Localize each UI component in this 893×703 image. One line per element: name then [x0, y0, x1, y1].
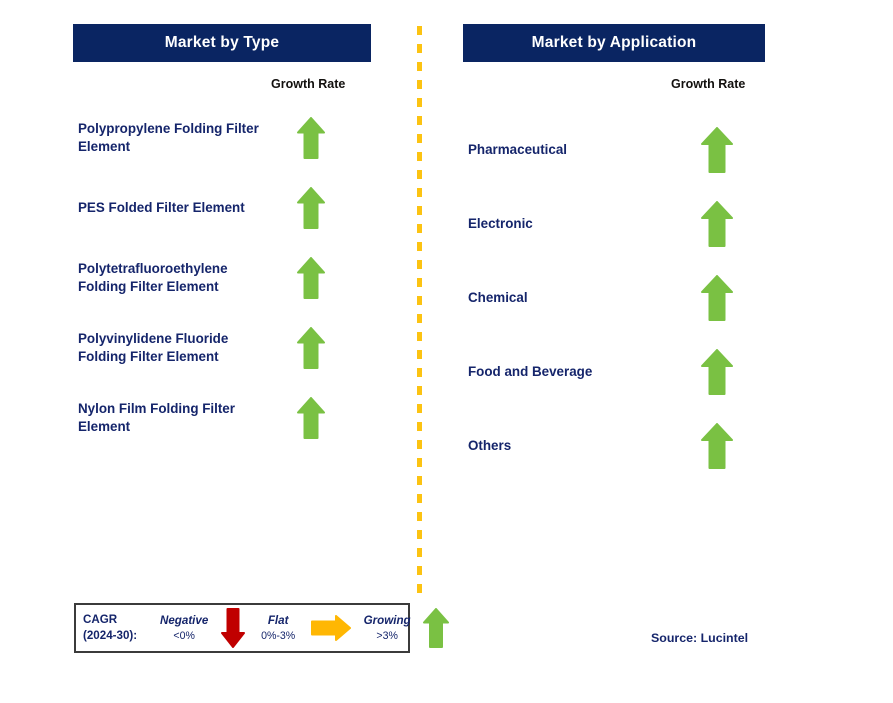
cagr-legend: CAGR (2024-30): Negative <0% Flat 0%-3% [74, 603, 450, 653]
row-label: Chemical [468, 290, 528, 306]
arrow-up-icon [701, 275, 733, 321]
market-by-application-header-title: Market by Application [531, 34, 697, 51]
legend-item-flat: Flat 0%-3% [247, 613, 352, 643]
market-by-application-header: Market by Application [463, 24, 765, 62]
legend-label-growing: Growing [363, 613, 411, 627]
table-row: PES Folded Filter Element [78, 173, 371, 243]
growth-rate-caption-right: Growth Rate [671, 77, 746, 91]
arrow-down-icon [221, 608, 246, 648]
source-credit: Source: Lucintel [651, 631, 749, 645]
row-label: Electronic [468, 216, 533, 232]
row-label: Food and Beverage [468, 364, 593, 380]
table-row: Polypropylene Folding Filter Element [78, 103, 371, 173]
arrow-up-icon [701, 423, 733, 469]
arrow-right-icon [311, 615, 352, 641]
arrow-up-icon [297, 397, 325, 439]
row-label: Nylon Film Folding Filter Element [78, 401, 235, 434]
table-row: Others [468, 409, 765, 483]
chart-canvas: Market by Type Growth Rate Polypropylene… [0, 0, 893, 703]
legend-label-flat: Flat [267, 613, 289, 627]
table-row: Pharmaceutical [468, 113, 765, 187]
market-by-type-header-title: Market by Type [164, 34, 280, 51]
table-row: Food and Beverage [468, 335, 765, 409]
legend-cagr-line2: (2024-30): [83, 629, 138, 642]
arrow-up-icon [423, 608, 450, 648]
legend-item-negative: Negative <0% [149, 608, 246, 648]
table-row: Electronic [468, 187, 765, 261]
row-label: PES Folded Filter Element [78, 200, 245, 216]
arrow-up-icon [701, 127, 733, 173]
arrow-up-icon [297, 327, 325, 369]
table-row: Nylon Film Folding Filter Element [78, 383, 371, 453]
market-by-type-rows: Polypropylene Folding Filter Element PES… [78, 103, 371, 453]
legend-range-flat: 0%-3% [261, 629, 296, 642]
arrow-up-icon [297, 257, 325, 299]
market-by-type-header: Market by Type [73, 24, 371, 62]
legend-item-growing: Growing >3% [353, 608, 450, 648]
arrow-up-icon [701, 349, 733, 395]
arrow-up-icon [297, 117, 325, 159]
row-label: Others [468, 438, 512, 454]
table-row: Polytetrafluoroethylene Folding Filter E… [78, 243, 371, 313]
table-row: Polyvinylidene Fluoride Folding Filter E… [78, 313, 371, 383]
legend-cagr-line1: CAGR [83, 613, 118, 627]
arrow-up-icon [297, 187, 325, 229]
market-by-application-rows: Pharmaceutical Electronic Chemical Food … [468, 113, 765, 483]
arrow-up-icon [701, 201, 733, 247]
column-divider [417, 26, 422, 600]
growth-rate-caption-left: Growth Rate [271, 77, 346, 91]
legend-range-negative: <0% [173, 629, 195, 642]
row-label: Pharmaceutical [468, 142, 567, 158]
row-label: Polypropylene Folding Filter Element [78, 121, 259, 154]
legend-label-negative: Negative [159, 613, 209, 627]
table-row: Chemical [468, 261, 765, 335]
legend-range-growing: >3% [376, 629, 398, 642]
row-label: Polyvinylidene Fluoride Folding Filter E… [78, 331, 229, 364]
row-label: Polytetrafluoroethylene Folding Filter E… [78, 261, 228, 294]
